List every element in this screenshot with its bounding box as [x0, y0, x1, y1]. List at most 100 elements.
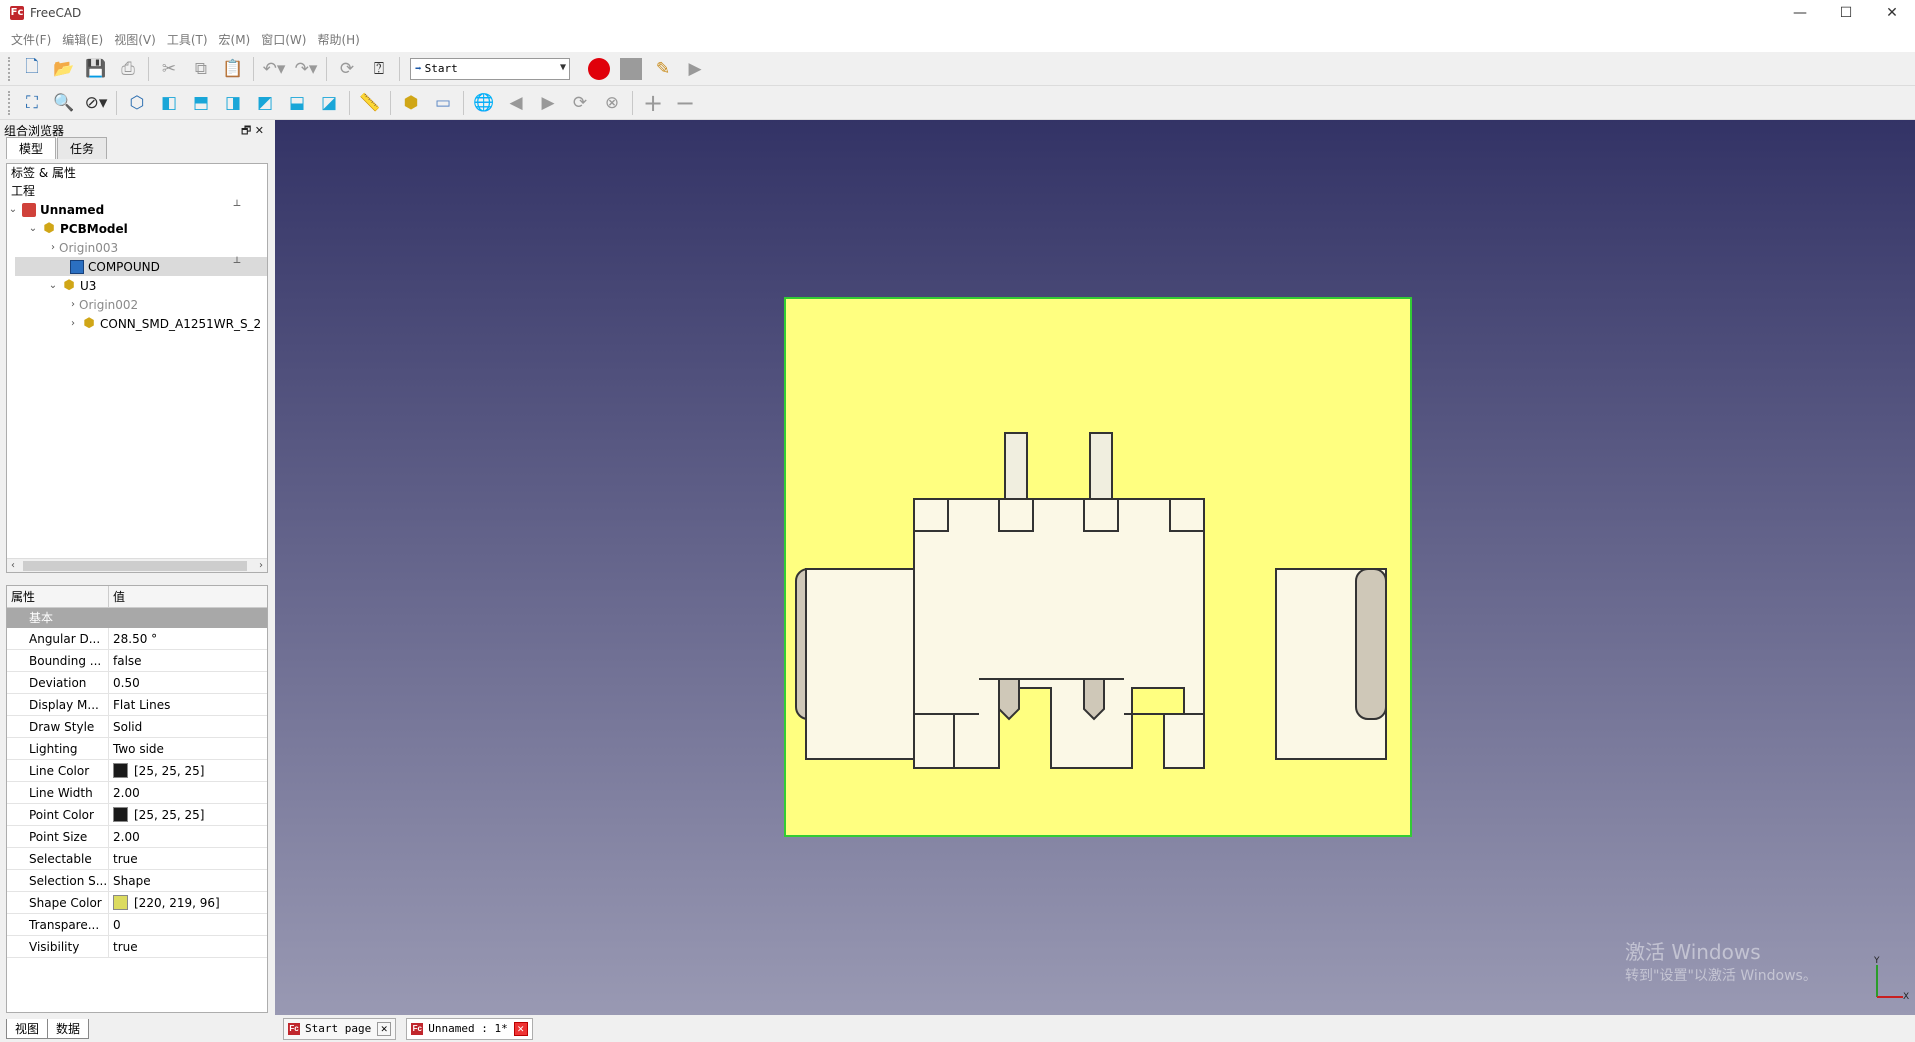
property-row[interactable]: Angular D... 28.50 ° — [7, 628, 267, 650]
refresh-icon[interactable]: ⟳ — [333, 55, 361, 83]
tab-unnamed[interactable]: Fc Unnamed : 1* ✕ — [406, 1017, 533, 1040]
3d-viewport[interactable]: 激活 Windows 转到"设置"以激活 Windows。 Y X — [275, 120, 1915, 1015]
origin-icon: ⊥ — [232, 199, 242, 209]
cut-icon[interactable]: ✂ — [155, 55, 183, 83]
menu-edit[interactable]: 编辑(E) — [62, 31, 103, 48]
top-view-icon[interactable]: ⬒ — [187, 89, 215, 117]
right-view-icon[interactable]: ◨ — [219, 89, 247, 117]
zoom-in-icon[interactable]: + — [639, 89, 667, 117]
property-row[interactable]: Visibility true — [7, 936, 267, 958]
toolbar-grip[interactable] — [8, 56, 11, 81]
close-button[interactable]: ✕ — [1869, 0, 1915, 26]
macro-stop-button[interactable] — [620, 57, 642, 80]
whats-this-icon[interactable]: ⍰ — [365, 55, 393, 83]
menu-help[interactable]: 帮助(H) — [317, 31, 359, 48]
create-group-icon[interactable]: ▭ — [429, 89, 457, 117]
toolbar-grip[interactable] — [8, 90, 11, 115]
expand-arrow-icon[interactable]: › — [47, 242, 59, 253]
create-part-icon[interactable]: ⬢ — [397, 89, 425, 117]
color-swatch — [113, 763, 128, 778]
expand-arrow-icon[interactable]: › — [67, 299, 79, 310]
property-row[interactable]: Bounding ... false — [7, 650, 267, 672]
macro-edit-icon[interactable]: ✎ — [649, 55, 677, 83]
property-row[interactable]: Transpare... 0 — [7, 914, 267, 936]
property-row[interactable]: Line Width 2.00 — [7, 782, 267, 804]
scroll-right-icon[interactable]: › — [259, 560, 263, 571]
save-icon[interactable]: 💾 — [82, 55, 110, 83]
combo-view-panel: 组合浏览器 🗗 ✕ 模型 任务 标签 & 属性 工程 ⌄ Unnamed ⌄ ⬢… — [0, 121, 270, 1042]
tab-view[interactable]: 视图 — [6, 1019, 49, 1039]
paste-icon[interactable]: 📋 — [219, 55, 247, 83]
web-home-icon[interactable]: 🌐 — [470, 89, 498, 117]
close-panel-icon[interactable]: ✕ — [255, 124, 264, 137]
freecad-icon: Fc — [411, 1022, 424, 1035]
print-icon[interactable]: ⎙ — [114, 55, 142, 83]
property-row[interactable]: Point Color [25, 25, 25] — [7, 804, 267, 826]
expand-arrow-icon[interactable]: ⌄ — [27, 223, 39, 234]
reload-icon[interactable]: ⟳ — [566, 89, 594, 117]
property-row[interactable]: Deviation 0.50 — [7, 672, 267, 694]
measure-icon[interactable]: 📏 — [356, 89, 384, 117]
bottom-view-icon[interactable]: ⬓ — [283, 89, 311, 117]
property-row[interactable]: Selection S... Shape — [7, 870, 267, 892]
property-group[interactable]: 基本 — [7, 608, 267, 628]
workbench-selector[interactable]: ➡ Start ▼ — [410, 57, 570, 80]
menu-view[interactable]: 视图(V) — [114, 31, 156, 48]
property-header: 属性 值 — [7, 586, 267, 608]
property-row[interactable]: Lighting Two side — [7, 738, 267, 760]
forward-arrow-icon[interactable]: ▶ — [534, 89, 562, 117]
float-panel-icon[interactable]: 🗗 — [241, 124, 251, 137]
property-tabs: 视图 数据 — [6, 1019, 90, 1039]
tree-item-origin002[interactable]: › ⊥ Origin002 — [7, 256, 267, 314]
open-file-icon[interactable]: 📂 — [50, 55, 78, 83]
property-row[interactable]: Draw Style Solid — [7, 716, 267, 738]
stop-icon[interactable]: ⊗ — [598, 89, 626, 117]
minimize-button[interactable]: — — [1777, 0, 1823, 26]
property-row[interactable]: Display M... Flat Lines — [7, 694, 267, 716]
menu-macro[interactable]: 宏(M) — [219, 31, 251, 48]
fit-all-icon[interactable]: ⛶ — [18, 89, 46, 117]
scroll-left-icon[interactable]: ‹ — [11, 560, 15, 571]
tab-model[interactable]: 模型 — [6, 137, 57, 159]
fit-selection-icon[interactable]: 🔍 — [50, 89, 78, 117]
tab-tasks[interactable]: 任务 — [57, 137, 108, 159]
close-tab-icon[interactable]: ✕ — [513, 1021, 528, 1036]
isometric-view-icon[interactable]: ⬡ — [123, 89, 151, 117]
front-view-icon[interactable]: ◧ — [155, 89, 183, 117]
part-icon: ⬢ — [63, 277, 75, 293]
expand-arrow-icon[interactable]: ⌄ — [7, 204, 19, 215]
menu-window[interactable]: 窗口(W) — [261, 31, 306, 48]
view-toolbar: ⛶ 🔍 ⊘▾ ⬡ ◧ ⬒ ◨ ◩ ⬓ ◪ 📏 ⬢ ▭ 🌐 ◀ ▶ ⟳ ⊗ + − — [0, 86, 1915, 120]
connector-drawing — [795, 432, 1387, 769]
property-row[interactable]: Point Size 2.00 — [7, 826, 267, 848]
close-tab-icon[interactable]: ✕ — [377, 1021, 392, 1036]
tab-data[interactable]: 数据 — [47, 1019, 90, 1039]
new-file-icon[interactable]: 🗋 — [18, 55, 46, 83]
rear-view-icon[interactable]: ◩ — [251, 89, 279, 117]
property-row[interactable]: Line Color [25, 25, 25] — [7, 760, 267, 782]
part-icon: ⬢ — [83, 315, 95, 331]
tree-item-conn-smd[interactable]: › ⬢ CONN_SMD_A1251WR_S_2 — [7, 314, 267, 333]
connector-body — [913, 498, 1205, 769]
tab-start-page[interactable]: Fc Start page ✕ — [283, 1017, 397, 1040]
back-arrow-icon[interactable]: ◀ — [502, 89, 530, 117]
menu-tools[interactable]: 工具(T) — [167, 31, 208, 48]
copy-icon[interactable]: ⧉ — [187, 55, 215, 83]
left-view-icon[interactable]: ◪ — [315, 89, 343, 117]
maximize-button[interactable]: ☐ — [1823, 0, 1869, 26]
tree-horizontal-scrollbar[interactable]: ‹ › — [7, 558, 267, 572]
undo-icon[interactable]: ↶▾ — [260, 55, 288, 83]
zoom-out-icon[interactable]: − — [671, 89, 699, 117]
menu-file[interactable]: 文件(F) — [11, 31, 51, 48]
draw-style-icon[interactable]: ⊘▾ — [82, 89, 110, 117]
pcb-board[interactable] — [784, 297, 1412, 837]
property-row[interactable]: Shape Color [220, 219, 96] — [7, 892, 267, 914]
expand-arrow-icon[interactable]: › — [67, 318, 79, 329]
scrollbar-thumb[interactable] — [23, 561, 247, 571]
macro-run-icon[interactable]: ▶ — [681, 55, 709, 83]
redo-icon[interactable]: ↷▾ — [292, 55, 320, 83]
expand-arrow-icon[interactable]: ⌄ — [47, 280, 59, 291]
property-row[interactable]: Selectable true — [7, 848, 267, 870]
tree-item-label: U3 — [80, 278, 97, 293]
macro-record-button[interactable] — [588, 57, 610, 80]
